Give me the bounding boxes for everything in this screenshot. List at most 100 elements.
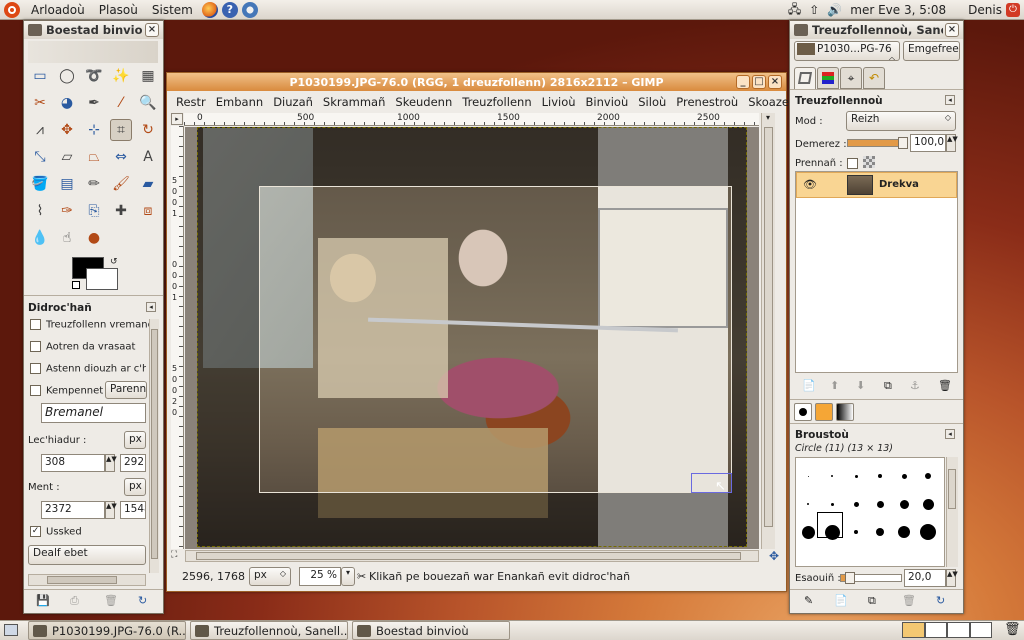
default-colors-icon[interactable] bbox=[72, 281, 80, 289]
dodge-burn-icon[interactable]: ● bbox=[83, 227, 105, 249]
heal-icon[interactable]: ✚ bbox=[110, 200, 132, 222]
menu-select[interactable]: Diuzañ bbox=[268, 95, 318, 109]
vertical-ruler[interactable]: 5 0 0 1 0 0 0 1 5 0 0 2 0 bbox=[171, 126, 184, 549]
smudge-icon[interactable]: ☝ bbox=[56, 227, 78, 249]
menu-applications[interactable]: Arloadoù bbox=[24, 3, 92, 17]
brush-preview[interactable] bbox=[854, 474, 858, 478]
rotate-icon[interactable]: ↻ bbox=[137, 119, 159, 141]
evolution-mail-icon[interactable] bbox=[241, 1, 258, 18]
options-hscrollbar[interactable] bbox=[28, 574, 146, 586]
brushes-grid[interactable] bbox=[795, 457, 945, 567]
menu-layer[interactable]: Treuzfollenn bbox=[457, 95, 536, 109]
workspace-1[interactable] bbox=[902, 622, 925, 638]
menu-places[interactable]: Plasoù bbox=[92, 3, 145, 17]
menu-filters[interactable]: Siloù bbox=[633, 95, 671, 109]
duplicate-brush-icon[interactable]: ⧉ bbox=[868, 594, 876, 608]
refresh-brushes-icon[interactable]: ↻ bbox=[936, 594, 945, 607]
brush-preview[interactable] bbox=[831, 475, 833, 477]
close-icon[interactable]: × bbox=[768, 75, 782, 89]
zoom-icon[interactable]: 🔍 bbox=[137, 92, 159, 114]
layer-name[interactable]: Drekva bbox=[879, 179, 919, 190]
menu-image[interactable]: Skeudenn bbox=[390, 95, 457, 109]
menu-tools[interactable]: Binvioù bbox=[581, 95, 634, 109]
text-icon[interactable]: A bbox=[137, 146, 159, 168]
brush-preview[interactable] bbox=[830, 502, 834, 506]
option-current-layer-checkbox[interactable] bbox=[30, 319, 41, 330]
swap-colors-icon[interactable]: ↺ bbox=[110, 257, 118, 267]
menu-colors[interactable]: Livioù bbox=[537, 95, 581, 109]
brush-preview[interactable] bbox=[853, 501, 859, 507]
image-select-dropdown[interactable]: P1030...PG-76 ◇ bbox=[794, 41, 900, 61]
workspace-2[interactable] bbox=[924, 622, 947, 638]
option-highlight[interactable]: ✓ Ussked bbox=[30, 526, 82, 538]
ellipse-select-icon[interactable]: ◯ bbox=[56, 65, 78, 87]
taskbar-item-toolbox[interactable]: Boestad binvioù bbox=[352, 621, 510, 640]
save-options-icon[interactable]: 💾 bbox=[36, 594, 50, 607]
flip-icon[interactable]: ⇔ bbox=[110, 146, 132, 168]
options-menu-icon[interactable]: ◂ bbox=[146, 302, 156, 312]
workspace-3[interactable] bbox=[947, 622, 970, 638]
edit-brush-icon[interactable]: ✎ bbox=[804, 594, 813, 607]
brush-preview[interactable] bbox=[876, 528, 884, 536]
anchor-layer-icon[interactable]: ⚓ bbox=[910, 379, 920, 392]
size-unit-button[interactable]: px bbox=[124, 478, 146, 496]
tab-patterns-icon[interactable] bbox=[815, 403, 833, 421]
shear-icon[interactable]: ▱ bbox=[56, 146, 78, 168]
reset-options-icon[interactable]: ↻ bbox=[138, 594, 147, 607]
unit-dropdown[interactable]: px ◇ bbox=[249, 567, 291, 586]
size-height-field[interactable]: 1548 bbox=[120, 501, 146, 519]
bucket-fill-icon[interactable]: 🪣 bbox=[29, 173, 51, 195]
brush-preview[interactable] bbox=[920, 524, 936, 540]
paths-icon[interactable]: ✒ bbox=[83, 92, 105, 114]
workspace-4[interactable] bbox=[969, 622, 992, 638]
close-icon[interactable]: × bbox=[145, 23, 159, 37]
duplicate-layer-icon[interactable]: ⧉ bbox=[884, 379, 892, 393]
preset-field[interactable]: Bremanel bbox=[41, 403, 146, 423]
raise-layer-icon[interactable]: ⬆ bbox=[830, 379, 839, 392]
option-fixed-checkbox[interactable] bbox=[30, 385, 41, 396]
eraser-icon[interactable]: ▰ bbox=[137, 173, 159, 195]
blur-icon[interactable]: 💧 bbox=[29, 227, 51, 249]
brush-preview[interactable] bbox=[925, 473, 931, 479]
show-desktop-icon[interactable] bbox=[4, 624, 18, 636]
menu-edit[interactable]: Embann bbox=[211, 95, 268, 109]
toolbox-titlebar[interactable]: Boestad binvioù × bbox=[24, 21, 163, 39]
align-icon[interactable]: ⊹ bbox=[83, 119, 105, 141]
guides-dropdown[interactable]: Dealf ebet bbox=[28, 545, 146, 565]
user-name[interactable]: Denis bbox=[964, 3, 1006, 17]
lock-alpha-checkbox[interactable] bbox=[847, 158, 858, 169]
image-vscrollbar[interactable] bbox=[761, 113, 775, 549]
network-icon[interactable]: 🖧 bbox=[784, 0, 805, 21]
rect-select-icon[interactable]: ▭ bbox=[29, 65, 51, 87]
help-icon[interactable]: ? bbox=[221, 1, 238, 18]
mode-dropdown[interactable]: Reizh ◇ bbox=[846, 111, 956, 131]
restore-options-icon[interactable]: ⎙ bbox=[70, 594, 79, 608]
menu-system[interactable]: Sistem bbox=[145, 3, 200, 17]
position-y-field[interactable]: 292 bbox=[120, 454, 146, 472]
scissors-icon[interactable]: ✂ bbox=[29, 92, 51, 114]
tab-brushes-icon[interactable] bbox=[794, 403, 812, 421]
airbrush-icon[interactable]: ⌇ bbox=[29, 200, 51, 222]
option-allow-growing[interactable]: Aotren da vrasaat bbox=[30, 341, 135, 353]
position-x-spinner[interactable]: ▲▼ bbox=[105, 454, 117, 472]
menu-file[interactable]: Restr bbox=[171, 95, 211, 109]
opacity-slider[interactable] bbox=[847, 137, 908, 149]
image-hscrollbar[interactable] bbox=[185, 550, 759, 562]
size-width-spinner[interactable]: ▲▼ bbox=[105, 501, 117, 519]
delete-options-icon[interactable]: 🗑 bbox=[104, 594, 118, 607]
gradient-icon[interactable]: ▤ bbox=[56, 173, 78, 195]
quick-mask-corner[interactable]: ▸ bbox=[171, 113, 183, 125]
options-scrollbar[interactable] bbox=[149, 319, 159, 573]
position-unit-button[interactable]: px bbox=[124, 431, 146, 449]
brush-preview[interactable] bbox=[922, 498, 934, 510]
close-icon[interactable]: × bbox=[945, 23, 959, 37]
clone-icon[interactable]: ⎘ bbox=[83, 200, 105, 222]
image-titlebar[interactable]: P1030199.JPG-76.0 (RGG, 1 dreuzfollenn) … bbox=[167, 73, 786, 91]
update-icon[interactable]: ⇧ bbox=[805, 3, 823, 17]
menu-view[interactable]: Skrammañ bbox=[318, 95, 390, 109]
shutdown-icon[interactable]: ⏻ bbox=[1006, 3, 1020, 17]
brush-preview[interactable] bbox=[801, 525, 815, 539]
crop-icon[interactable]: ⌗ bbox=[110, 119, 132, 141]
workspace-switcher[interactable] bbox=[902, 622, 992, 638]
brushes-menu-icon[interactable]: ◂ bbox=[945, 429, 955, 439]
